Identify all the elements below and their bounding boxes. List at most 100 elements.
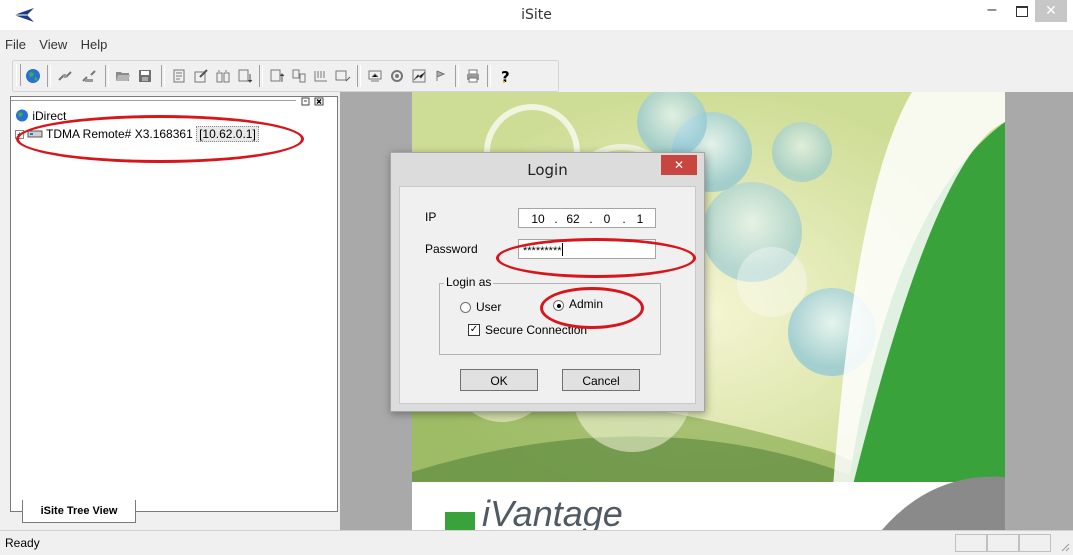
svg-text:?: ?: [501, 68, 510, 84]
dialog-close-button[interactable]: ✕: [661, 155, 697, 175]
tab-isite-tree-view[interactable]: iSite Tree View: [22, 500, 136, 523]
ip-octet-1: 10: [531, 212, 545, 226]
print-button[interactable]: [463, 66, 483, 86]
telnet-icon: [335, 70, 351, 82]
save-icon: [139, 70, 151, 82]
menu-help[interactable]: Help: [76, 37, 113, 52]
close-panel-icon[interactable]: [314, 97, 324, 106]
upload-button[interactable]: [267, 66, 287, 86]
network-icon: [292, 69, 306, 83]
tree-node-ip: [10.62.0.1]: [196, 126, 259, 142]
window-title: iSite: [521, 7, 552, 23]
gear-icon: [391, 70, 403, 82]
cancel-button[interactable]: Cancel: [562, 369, 640, 391]
tree-panel[interactable]: iDirect + TDMA Remote# X3.168361 [10.62.0…: [10, 96, 338, 512]
toolbar-grip[interactable]: [16, 64, 21, 86]
connect-button[interactable]: [55, 66, 75, 86]
close-window-button[interactable]: ✕: [1035, 0, 1067, 22]
edit-icon: [194, 69, 208, 83]
config-icon: [173, 69, 185, 83]
login-as-group: [439, 283, 661, 355]
download-button[interactable]: [235, 66, 255, 86]
download-icon: [238, 69, 253, 83]
menu-view[interactable]: View: [34, 37, 72, 52]
upload-icon: [270, 69, 285, 82]
open-folder-icon: [116, 72, 130, 81]
title-bar: iSite – ✕: [0, 0, 1073, 30]
globe-icon: [16, 109, 28, 122]
globe-icon: [26, 69, 40, 83]
toolbar-separator: [105, 65, 109, 87]
monitor-button[interactable]: [365, 66, 385, 86]
network-button[interactable]: [289, 66, 309, 86]
tree-panel-header: [11, 97, 337, 106]
open-button[interactable]: [113, 66, 133, 86]
toolbar: ?: [12, 60, 559, 92]
tree-expander[interactable]: +: [15, 130, 24, 140]
password-value: *********: [523, 245, 562, 257]
radio-user[interactable]: User: [460, 299, 530, 315]
globe-button[interactable]: [23, 66, 43, 86]
toolbar-separator: [259, 65, 263, 87]
ip-octet-4: 1: [636, 212, 644, 226]
radio-user-label: User: [476, 300, 502, 314]
maximize-button[interactable]: [1008, 0, 1034, 22]
monitor-icon: [368, 70, 382, 82]
resize-grip-icon[interactable]: [1058, 540, 1070, 552]
dock-icon[interactable]: [301, 97, 311, 106]
ip-address-field[interactable]: 10 . 62 . 0 . 1: [518, 208, 656, 228]
ip-octet-3: 0: [603, 212, 611, 226]
password-field[interactable]: *********: [518, 239, 656, 259]
tree-root-idirect[interactable]: iDirect: [15, 109, 215, 125]
compare-button[interactable]: [213, 66, 233, 86]
disconnect-button[interactable]: [79, 66, 99, 86]
compare-icon: [216, 70, 230, 83]
chart-icon: [412, 69, 426, 83]
status-pane: [955, 534, 987, 552]
checkbox-checked-icon: ✓: [468, 324, 480, 336]
tree-node-label: TDMA Remote# X3.168361: [46, 127, 193, 141]
text-caret: [561, 243, 563, 256]
dialog-body: IP 10 . 62 . 0 . 1 Password ********* Lo…: [399, 186, 696, 404]
link-button[interactable]: [431, 66, 451, 86]
connect-icon: [58, 71, 72, 81]
minimize-button[interactable]: –: [978, 0, 1006, 22]
chart-button[interactable]: [409, 66, 429, 86]
config-button[interactable]: [169, 66, 189, 86]
radio-admin-circle: [553, 300, 564, 311]
toolbar-separator: [47, 65, 51, 87]
tree-root-label: iDirect: [32, 109, 67, 123]
link-icon: [436, 70, 446, 81]
radio-user-circle: [460, 302, 471, 313]
tree-header-grip: [11, 100, 296, 104]
radio-admin-label: Admin: [569, 297, 604, 311]
login-dialog: Login ✕ IP 10 . 62 . 0 . 1 Password ****…: [390, 152, 705, 412]
settings-button[interactable]: [387, 66, 407, 86]
ip-label: IP: [425, 210, 437, 224]
reset-icon: [314, 71, 327, 82]
login-as-label: Login as: [444, 275, 494, 289]
telnet-button[interactable]: [333, 66, 353, 86]
close-icon: ✕: [673, 158, 685, 172]
status-text: Ready: [5, 536, 40, 550]
help-button[interactable]: ?: [495, 66, 515, 86]
save-button[interactable]: [135, 66, 155, 86]
status-pane: [1019, 534, 1051, 552]
toolbar-separator: [455, 65, 459, 87]
reset-button[interactable]: [311, 66, 331, 86]
radio-admin[interactable]: Admin: [553, 297, 623, 313]
secure-connection-label: Secure Connection: [485, 323, 588, 337]
ip-octet-2: 62: [566, 212, 580, 226]
maximize-icon: [1016, 6, 1028, 17]
menu-file[interactable]: File: [0, 37, 31, 52]
tree-node-tdma-remote[interactable]: + TDMA Remote# X3.168361 [10.62.0.1]: [15, 126, 315, 143]
help-icon: ?: [501, 68, 510, 84]
disconnect-icon: [82, 70, 96, 82]
secure-connection-checkbox[interactable]: ✓ Secure Connection: [468, 322, 628, 338]
password-label: Password: [425, 242, 478, 256]
ok-button[interactable]: OK: [460, 369, 538, 391]
toolbar-separator: [357, 65, 361, 87]
edit-button[interactable]: [191, 66, 211, 86]
print-icon: [467, 69, 479, 83]
toolbar-separator: [487, 65, 491, 87]
